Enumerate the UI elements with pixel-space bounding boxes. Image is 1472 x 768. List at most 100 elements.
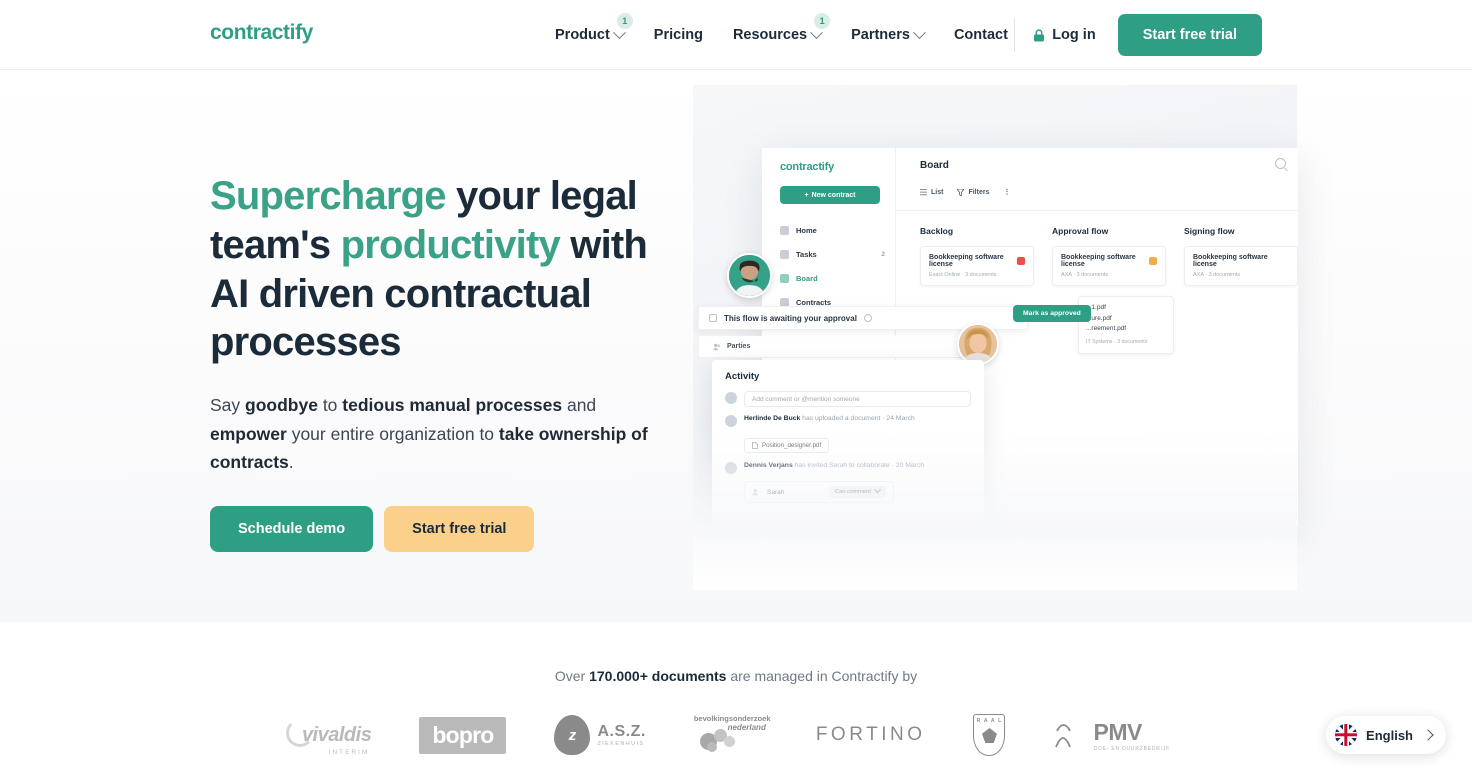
board-card[interactable]: Bookkeeping software license AXA · 3 doc… bbox=[1184, 246, 1298, 286]
logo-label: bopro bbox=[419, 716, 507, 754]
gear-icon bbox=[723, 736, 735, 747]
mockup-nav-tasks[interactable]: Tasks 2 bbox=[780, 242, 885, 266]
logo-text: contractify bbox=[210, 21, 313, 44]
task-count: 2 bbox=[881, 250, 885, 258]
card-header: Bookkeeping software license bbox=[929, 254, 1025, 268]
filters-button[interactable]: Filters bbox=[957, 188, 990, 196]
login-label: Log in bbox=[1052, 27, 1096, 43]
activity-entry: Herlinde De Buck has uploaded a document… bbox=[725, 414, 971, 427]
nav-item-partners[interactable]: Partners bbox=[836, 0, 939, 70]
page-title: Supercharge your legal team's productivi… bbox=[210, 172, 690, 367]
more-options-button[interactable]: ⋮ bbox=[1003, 188, 1010, 196]
sub-strong: goodbye bbox=[245, 395, 318, 416]
header-actions: Log in Start free trial bbox=[1014, 0, 1262, 70]
nav-item-resources[interactable]: Resources 1 bbox=[718, 0, 836, 70]
file-item[interactable]: ...1.pdf bbox=[1086, 303, 1166, 314]
parties-label: Parties bbox=[727, 343, 751, 350]
schedule-demo-button[interactable]: Schedule demo bbox=[210, 506, 374, 553]
asz-symbol: z bbox=[554, 715, 591, 755]
activity-entry-text: Herlinde De Buck has uploaded a document… bbox=[744, 414, 971, 424]
card-header: Bookkeeping software license bbox=[1061, 254, 1157, 268]
logo-sublabel: DOE- EN DUURZBEDRIJF bbox=[1093, 745, 1171, 752]
pmv-mark: PMV DOE- EN DUURZBEDRIJF bbox=[1053, 719, 1170, 752]
new-contract-label: New contract bbox=[811, 191, 856, 199]
board-column-approval: Approval flow Bookkeeping software licen… bbox=[1052, 226, 1166, 294]
list-view-button[interactable]: List bbox=[920, 188, 943, 196]
card-meta: AXA · 3 documents bbox=[1193, 272, 1241, 278]
start-free-trial-button[interactable]: Start free trial bbox=[384, 506, 535, 553]
hero-subheading: Say goodbye to tedious manual processes … bbox=[210, 391, 665, 476]
sub-text: and bbox=[562, 395, 597, 416]
nav-label: Tasks bbox=[796, 249, 817, 259]
header-start-free-trial-button[interactable]: Start free trial bbox=[1117, 14, 1262, 56]
mockup-nav-home[interactable]: Home bbox=[780, 218, 885, 242]
file-item[interactable]: ...ure.pdf bbox=[1086, 314, 1166, 325]
hero-fade-overlay bbox=[693, 430, 1297, 590]
logo-sublabel: nederland bbox=[727, 723, 766, 732]
hero-copy: Supercharge your legal team's productivi… bbox=[210, 172, 690, 553]
mark-as-approved-button[interactable]: Mark as approved bbox=[1013, 305, 1091, 322]
activity-action: has uploaded a document · 24 March bbox=[800, 415, 915, 422]
sub-strong: empower bbox=[210, 423, 287, 444]
logo-label: A.S.Z. bbox=[597, 723, 646, 740]
comment-composer: Add comment or @mention someone bbox=[725, 391, 971, 407]
logo-pmv: PMV DOE- EN DUURZBEDRIJF bbox=[1053, 709, 1170, 761]
files-popup: ...1.pdf ...ure.pdf ...reement.pdf IT Sy… bbox=[1078, 296, 1174, 354]
avatar-photo bbox=[729, 255, 770, 296]
mockup-new-contract-button[interactable]: + New contract bbox=[780, 186, 880, 204]
logo-fortino: FORTINO bbox=[816, 709, 926, 761]
activity-title: Activity bbox=[725, 371, 760, 382]
comment-input[interactable]: Add comment or @mention someone bbox=[744, 391, 971, 407]
filters-label: Filters bbox=[968, 188, 990, 196]
nav-badge: 1 bbox=[616, 13, 633, 29]
logo-sublabel: INTERIM bbox=[328, 748, 370, 756]
parties-bar[interactable]: Parties bbox=[698, 336, 984, 358]
logo-label: PMV bbox=[1093, 718, 1142, 745]
mockup-page-title: Board bbox=[920, 160, 949, 171]
sub-text: your entire organization to bbox=[286, 423, 499, 444]
proof-highlight: 170.000+ documents bbox=[589, 668, 727, 684]
nav-item-product[interactable]: Product 1 bbox=[540, 0, 639, 70]
checkbox-icon[interactable] bbox=[709, 314, 717, 322]
logo-label: R A A L bbox=[976, 718, 1003, 724]
logo-asz: z A.S.Z. ZIEKENHUIS bbox=[554, 709, 645, 761]
avatar bbox=[725, 392, 737, 404]
nav-label: Board bbox=[796, 273, 818, 283]
nav-label: Home bbox=[796, 225, 817, 235]
list-icon bbox=[920, 188, 927, 195]
card-title: Bookkeeping software license bbox=[929, 254, 1004, 268]
avatar bbox=[727, 253, 772, 298]
nav-item-pricing[interactable]: Pricing bbox=[639, 0, 718, 70]
tasks-icon bbox=[780, 249, 789, 259]
logo[interactable]: contractify bbox=[210, 21, 313, 45]
language-switcher[interactable]: English bbox=[1326, 716, 1446, 754]
search-icon[interactable] bbox=[1275, 158, 1286, 169]
status-badge bbox=[1149, 257, 1157, 265]
nav-item-contact[interactable]: Contact bbox=[939, 0, 1023, 70]
mockup-nav: Home Tasks 2 Board Contracts bbox=[780, 218, 885, 314]
board-card[interactable]: Bookkeeping software license AXA · 3 doc… bbox=[1052, 246, 1166, 286]
avatar-photo bbox=[959, 325, 997, 363]
raal-mark: R A A L bbox=[973, 714, 1006, 756]
card-meta: AXA · 3 documents bbox=[1061, 272, 1109, 278]
file-item[interactable]: ...reement.pdf bbox=[1086, 324, 1166, 335]
divider bbox=[1014, 18, 1016, 52]
home-icon bbox=[780, 225, 789, 235]
mockup-toolbar: List Filters ⋮ bbox=[920, 188, 1010, 196]
logo-raal: R A A L bbox=[973, 709, 1006, 761]
social-proof-text: Over 170.000+ documents are managed in C… bbox=[0, 668, 1472, 684]
pmv-text: PMV DOE- EN DUURZBEDRIJF bbox=[1093, 719, 1170, 752]
board-card[interactable]: Bookkeeping software license Exact Onlin… bbox=[920, 246, 1034, 286]
board-column-backlog: Backlog Bookkeeping software license Exa… bbox=[920, 226, 1034, 294]
landing-page: contractify Product 1 Pricing Resources … bbox=[0, 0, 1472, 768]
column-title: Backlog bbox=[920, 226, 954, 236]
mockup-board-columns: Backlog Bookkeeping software license Exa… bbox=[920, 226, 1298, 294]
shield-emblem-icon bbox=[981, 728, 997, 743]
proof-suffix: are managed in Contractify by bbox=[726, 668, 918, 684]
chevron-right-icon bbox=[1422, 729, 1434, 741]
avatar bbox=[725, 415, 737, 427]
mockup-nav-board[interactable]: Board bbox=[780, 266, 885, 290]
site-header: contractify Product 1 Pricing Resources … bbox=[0, 0, 1472, 70]
logo-bevolkingsonderzoek: bevolkingsonderzoek nederland bbox=[694, 709, 771, 761]
login-link[interactable]: Log in bbox=[1033, 27, 1096, 43]
